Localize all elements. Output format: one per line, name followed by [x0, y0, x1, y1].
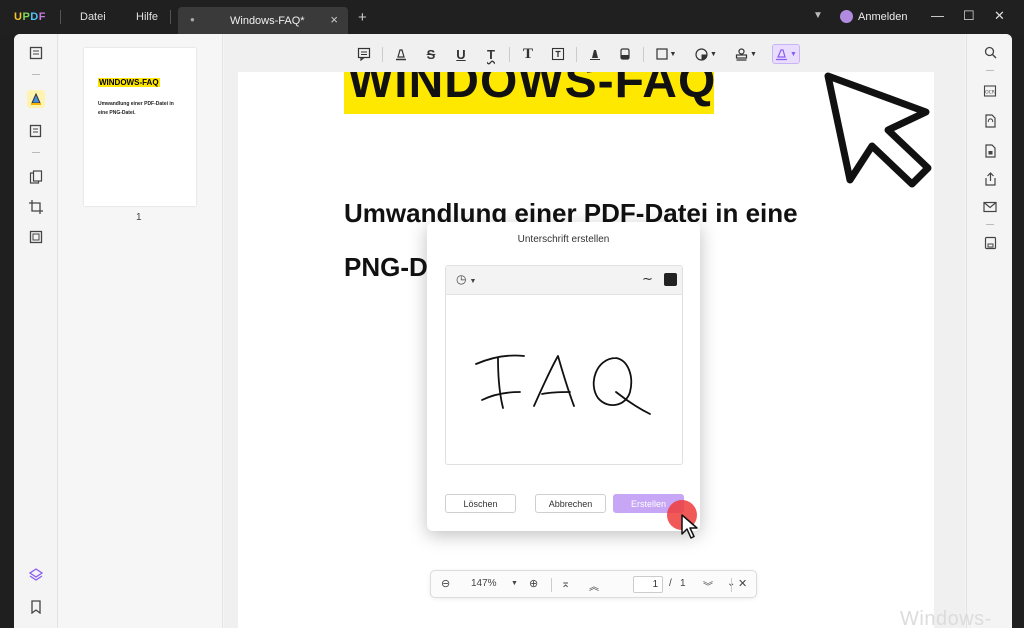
bookmark-icon[interactable]	[27, 598, 45, 616]
divider	[576, 47, 577, 62]
signature-icon[interactable]: ▼	[772, 44, 800, 64]
signin-button[interactable]: Anmelden	[858, 11, 908, 23]
comment-mode-icon[interactable]	[27, 90, 45, 108]
menu-hilfe[interactable]: Hilfe	[136, 11, 158, 23]
divider	[986, 224, 994, 225]
left-sidebar	[14, 34, 58, 628]
annotation-toolbar: S U T T ▼ ▼ ▼ ▼	[354, 42, 854, 68]
organize-pages-icon[interactable]	[27, 168, 45, 186]
highlighted-heading: WINDOWS-FAQ	[344, 72, 714, 114]
divider	[382, 47, 383, 62]
layers-icon[interactable]	[27, 566, 45, 584]
page-separator: /	[669, 578, 672, 589]
divider	[731, 578, 732, 592]
underline-icon[interactable]: U	[451, 44, 471, 64]
signature-pad[interactable]: ◷ ▼ ∼	[445, 265, 683, 465]
divider	[986, 70, 994, 71]
stroke-style-icon[interactable]: ∼	[642, 271, 653, 287]
signature-pad-toolbar: ◷ ▼ ∼	[446, 266, 682, 295]
new-tab-icon[interactable]: +	[358, 9, 367, 26]
page-thumbnail[interactable]: WINDOWS-FAQ Umwandlung einer PDF-Datei i…	[84, 48, 196, 206]
zoom-in-icon[interactable]: ⊕	[529, 577, 538, 590]
eraser-icon[interactable]	[615, 44, 635, 64]
share-icon[interactable]	[981, 170, 999, 188]
divider	[60, 10, 61, 24]
heading-text: WINDOWS-FAQ	[348, 72, 714, 108]
reader-icon[interactable]	[27, 44, 45, 62]
ocr-icon[interactable]: OCR	[981, 82, 999, 100]
page-number-input[interactable]: 1	[633, 576, 663, 593]
divider	[32, 152, 40, 153]
shape-icon[interactable]: ▼	[652, 44, 680, 64]
large-pointer-cursor-icon	[824, 72, 932, 188]
right-sidebar: OCR	[966, 34, 1012, 628]
signature-dialog: Unterschrift erstellen ◷ ▼ ∼ Löschen Abbr…	[427, 222, 700, 531]
thumbnail-text: Umwandlung einer PDF-Datei in eine PNG-D…	[98, 101, 174, 116]
tab-indicator-icon: ●	[190, 15, 195, 24]
protect-icon[interactable]	[981, 142, 999, 160]
stroke-color-swatch[interactable]	[664, 273, 677, 286]
tools-icon[interactable]	[27, 228, 45, 246]
signature-drawing	[475, 354, 651, 415]
strikethrough-icon[interactable]: S	[421, 44, 441, 64]
previous-page-icon[interactable]: ︽	[589, 578, 599, 593]
stamp-icon[interactable]: ▼	[732, 44, 760, 64]
mouse-pointer-icon	[681, 514, 698, 539]
divider	[551, 578, 552, 592]
sticker-icon[interactable]: ▼	[692, 44, 720, 64]
clear-button[interactable]: Löschen	[445, 494, 516, 513]
chevron-down-icon[interactable]: ▼	[813, 10, 823, 21]
total-pages: 1	[680, 578, 686, 589]
close-navigation-icon[interactable]: ✕	[738, 577, 747, 590]
thumbnail-panel: WINDOWS-FAQ Umwandlung einer PDF-Datei i…	[59, 34, 223, 628]
zoom-dropdown-icon[interactable]: ▼	[511, 580, 518, 587]
thumbnail-page-number: 1	[136, 212, 142, 223]
edit-icon[interactable]	[27, 122, 45, 140]
next-page-icon[interactable]: ︾	[703, 578, 713, 593]
subheading-line-2: PNG-D	[344, 252, 428, 282]
menu-datei[interactable]: Datei	[80, 11, 106, 23]
crop-icon[interactable]	[27, 198, 45, 216]
thumbnail-title: WINDOWS-FAQ	[98, 78, 160, 87]
avatar-icon[interactable]	[840, 10, 853, 23]
mail-icon[interactable]	[981, 198, 999, 216]
dialog-title: Unterschrift erstellen	[517, 234, 610, 245]
textbox-icon[interactable]	[548, 44, 568, 64]
cancel-button[interactable]: Abbrechen	[535, 494, 606, 513]
pen-size-icon[interactable]: ◷ ▼	[456, 272, 476, 286]
zoom-out-icon[interactable]: ⊖	[441, 577, 450, 590]
maximize-icon[interactable]: ☐	[963, 8, 975, 24]
highlight-icon[interactable]	[391, 44, 411, 64]
text-icon[interactable]: T	[518, 44, 538, 64]
divider	[643, 47, 644, 62]
convert-icon[interactable]	[981, 112, 999, 130]
title-bar: UPDF Datei Hilfe ● Windows-FAQ* × + ▼ An…	[0, 0, 1024, 34]
close-icon[interactable]: ✕	[994, 8, 1005, 24]
search-icon[interactable]	[981, 43, 999, 61]
save-icon[interactable]	[981, 234, 999, 252]
divider	[170, 10, 171, 24]
squiggly-icon[interactable]: T	[481, 44, 501, 64]
svg-text:OCR: OCR	[985, 90, 995, 96]
minimize-icon[interactable]: —	[931, 8, 944, 23]
tab-title: Windows-FAQ*	[230, 15, 305, 27]
divider	[509, 47, 510, 62]
tab-close-icon[interactable]: ×	[330, 12, 338, 27]
first-page-icon[interactable]: ⌅	[561, 577, 570, 590]
watermark: Windows-FAQ	[900, 608, 992, 628]
divider	[32, 74, 40, 75]
pencil-icon[interactable]	[585, 44, 605, 64]
document-tab[interactable]: ● Windows-FAQ* ×	[178, 7, 348, 34]
comment-icon[interactable]	[354, 44, 374, 64]
page-navigation-bar: ⊖ 147% ▼ ⊕ ⌅ ︽ 1 / 1 ︾ ⌄ ✕	[430, 570, 757, 598]
zoom-level[interactable]: 147%	[471, 578, 497, 589]
app-logo: UPDF	[14, 11, 46, 23]
